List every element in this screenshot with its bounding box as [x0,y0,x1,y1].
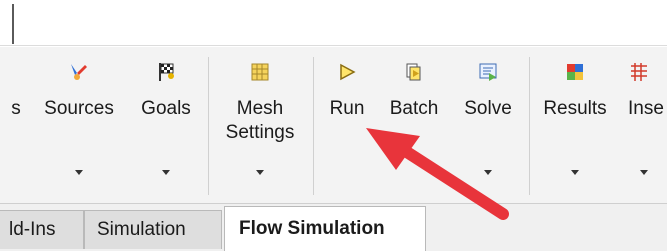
chevron-down-icon[interactable] [571,170,579,175]
solve-icon [479,63,497,81]
results-icon [567,64,583,80]
sources-icon [71,64,87,80]
mesh-settings-icon [251,63,269,81]
tab-add-ins[interactable]: ld-Ins [0,210,84,249]
ribbon-button-partial[interactable]: s [0,53,26,203]
goals-button[interactable]: Goals [130,53,202,203]
sources-button[interactable]: Sources [36,53,122,203]
partial-icon [2,61,24,83]
run-triangle-icon [340,63,356,81]
group-separator [208,57,209,195]
sources-label: Sources [44,98,114,119]
ribbon-tab-bar: ld-Ins Simulation Flow Simulation [0,204,667,251]
solve-label: Solve [464,98,512,119]
chevron-down-icon[interactable] [162,170,170,175]
batch-label: Batch [389,98,439,119]
chevron-down-icon[interactable] [75,170,83,175]
tab-add-ins-label: ld-Ins [9,219,56,240]
goals-flag-icon [159,63,174,81]
chevron-down-icon[interactable] [256,170,264,175]
tab-flow-simulation-label: Flow Simulation [239,218,385,239]
ribbon-panel: s Sources Goals Mesh Settings Run Batch … [0,47,667,204]
run-button[interactable]: Run [318,53,376,203]
chevron-down-icon[interactable] [640,170,648,175]
run-label: Run [329,98,365,119]
top-toolbar-area [0,0,667,46]
batch-icon [406,63,421,81]
toolbar-edge [12,4,14,44]
mesh-settings-button[interactable]: Mesh Settings [212,53,308,203]
chevron-down-icon[interactable] [484,170,492,175]
insert-icon [631,63,647,81]
tab-flow-simulation[interactable]: Flow Simulation [224,206,426,251]
group-separator [529,57,530,195]
results-button[interactable]: Results [534,53,616,203]
mesh-settings-label: Mesh Settings [225,98,295,143]
partial-label: s [11,98,21,119]
results-label: Results [543,98,607,119]
tab-simulation-label: Simulation [97,219,186,240]
solve-button[interactable]: Solve [453,53,523,203]
goals-label: Goals [141,98,191,119]
batch-button[interactable]: Batch [380,53,448,203]
tab-simulation[interactable]: Simulation [84,210,222,249]
insert-button[interactable]: Inse [620,53,667,203]
group-separator [313,57,314,195]
insert-label: Inse [628,98,664,119]
